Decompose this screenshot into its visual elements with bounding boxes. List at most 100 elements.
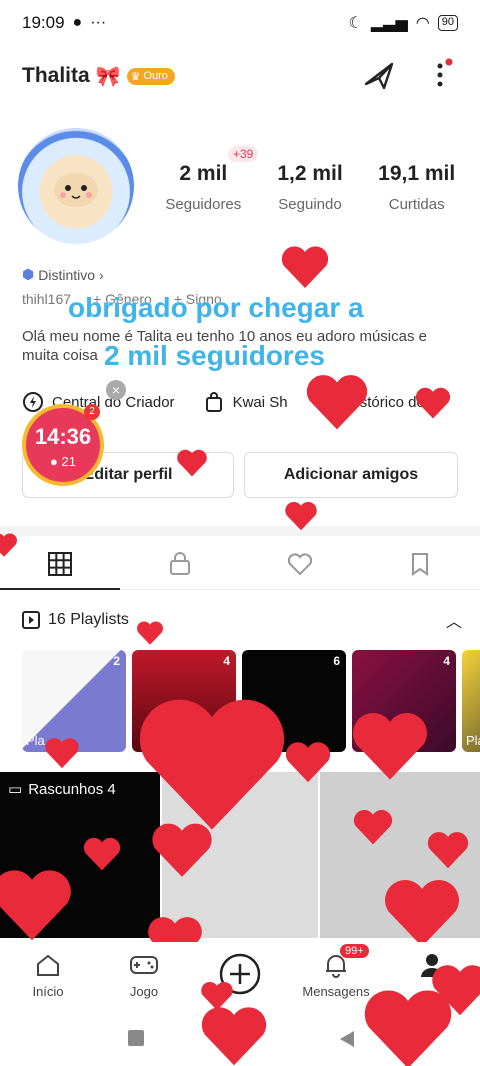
playlist-name: Pla [26, 733, 45, 748]
heart-icon [83, 837, 121, 871]
distintivo-label: Distintivo [38, 266, 96, 283]
playlist-icon [22, 611, 40, 629]
drafts-label: Rascunhos 4 [28, 780, 116, 798]
lock-icon [170, 551, 190, 575]
overlay-text-line2: 2 mil seguidores [104, 340, 325, 371]
wifi-icon: ◠ [415, 15, 430, 32]
likes-count: 19,1 mil [378, 162, 456, 185]
heart-icon [285, 501, 317, 531]
share-icon[interactable] [362, 58, 396, 97]
heart-icon [139, 699, 285, 830]
tab-private[interactable] [120, 538, 240, 589]
profile-header: Thalita 🎀 ♛ Ouro [0, 54, 480, 98]
section-divider [0, 526, 480, 536]
status-left: 19:09 ● ··· [22, 13, 106, 33]
overlay-text-line1: obrigado por chegar a [68, 292, 364, 323]
followers-stat[interactable]: 2 mil Seguidores [150, 162, 257, 213]
profile-tabs [0, 538, 480, 590]
grid-icon [48, 551, 72, 576]
heart-icon [137, 621, 163, 645]
home-icon [37, 954, 59, 976]
likes-label: Curtidas [388, 196, 445, 213]
crown-icon: ♛ [130, 70, 141, 83]
following-stat[interactable]: 1,2 mil Seguindo [257, 162, 364, 213]
battery-indicator: 90 [437, 15, 458, 31]
heart-icon [281, 246, 329, 288]
drafts-label-row: ▭ Rascunhos 4 [8, 780, 116, 799]
shopping-bag-icon [205, 392, 222, 412]
recent-apps-icon[interactable] [128, 1030, 144, 1046]
draft-box-icon: ▭ [8, 781, 23, 798]
heart-icon [353, 713, 427, 780]
playlists-title: 16 Playlists [48, 611, 129, 628]
hexagon-badge-icon: ⬢ [22, 266, 35, 282]
playlist-count: 4 [443, 654, 450, 668]
kwai-id[interactable]: thihl167 [22, 291, 71, 307]
playlist-name: Pla [466, 733, 480, 748]
kwai-shop-label: Kwai Sh [232, 393, 288, 411]
more-options-icon[interactable] [430, 58, 454, 97]
playlist-card[interactable]: Pla [462, 650, 480, 752]
chevron-up-icon[interactable]: ︿ [446, 608, 462, 632]
tab-grid[interactable] [0, 538, 120, 590]
heart-icon [415, 387, 451, 419]
chevron-right-icon: › [99, 266, 104, 283]
nav-home-label: Início [32, 984, 64, 999]
messages-badge: 99+ [340, 944, 369, 958]
distintivo-link[interactable]: ⬢ Distintivo › [22, 266, 104, 283]
signal-icon: ▂▃▅ [370, 15, 408, 32]
heart-icon [201, 981, 233, 1011]
ouro-badge-label: Ouro [143, 70, 168, 82]
timer-coins-value: 21 [61, 454, 76, 469]
timer-coins: ● 21 [26, 454, 100, 469]
playlist-count: 6 [333, 654, 340, 668]
heart-icon [0, 533, 17, 557]
status-bar: 19:09 ● ··· ☾ ▂▃▅ ◠ 90 [0, 0, 480, 46]
reward-timer-widget[interactable]: × 2 14:36 ● 21 [22, 380, 126, 486]
timer-notification-badge: 2 [84, 404, 100, 420]
followers-label: Seguidores [165, 196, 242, 213]
status-right: ☾ ▂▃▅ ◠ 90 [349, 13, 458, 33]
status-time: 19:09 [22, 13, 65, 32]
followers-count: 2 mil [179, 162, 228, 185]
heart-icon [427, 832, 469, 869]
chat-notification-icon: ● [72, 14, 83, 31]
likes-stat[interactable]: 19,1 mil Curtidas [363, 162, 470, 213]
coin-icon: ● [50, 454, 58, 469]
heart-icon [306, 375, 368, 430]
tab-likes[interactable] [240, 538, 360, 589]
heart-icon [152, 823, 212, 877]
playlist-count: 4 [223, 654, 230, 668]
bow-icon: 🎀 [95, 65, 121, 88]
tab-saved[interactable] [360, 538, 480, 589]
kwai-shop-button[interactable]: Kwai Sh [203, 391, 288, 413]
following-label: Seguindo [278, 196, 342, 213]
avatar[interactable] [18, 128, 134, 244]
heart-icon [177, 449, 207, 477]
heart-icon [45, 738, 79, 769]
heart-icon [385, 880, 459, 947]
heart-icon [201, 1007, 267, 1066]
playlist-count: 2 [113, 654, 120, 668]
gamepad-icon [130, 956, 158, 974]
playlists-header[interactable]: 16 Playlists ︿ [22, 608, 462, 632]
close-icon[interactable]: × [106, 380, 126, 400]
heart-icon [364, 990, 452, 1066]
username: Thalita [22, 64, 90, 87]
heart-icon [285, 742, 331, 783]
following-count: 1,2 mil [277, 162, 343, 185]
nav-game-label: Jogo [129, 984, 159, 999]
bookmark-icon [412, 552, 428, 576]
heart-icon [353, 809, 393, 845]
profile-stats: 2 mil Seguidores 1,2 mil Seguindo 19,1 m… [150, 162, 470, 213]
heart-outline-icon [287, 552, 313, 575]
nav-home[interactable]: Início [0, 942, 96, 1006]
puppy-face-icon [54, 173, 98, 207]
add-friends-button[interactable]: Adicionar amigos [244, 452, 458, 498]
more-notifications-icon: ··· [90, 14, 107, 31]
moon-icon: ☾ [348, 15, 363, 32]
ouro-badge[interactable]: ♛ Ouro [126, 67, 175, 85]
timer-time: 14:36 [34, 424, 92, 449]
nav-game[interactable]: Jogo [96, 942, 192, 1006]
new-followers-badge: +39 [228, 146, 259, 162]
